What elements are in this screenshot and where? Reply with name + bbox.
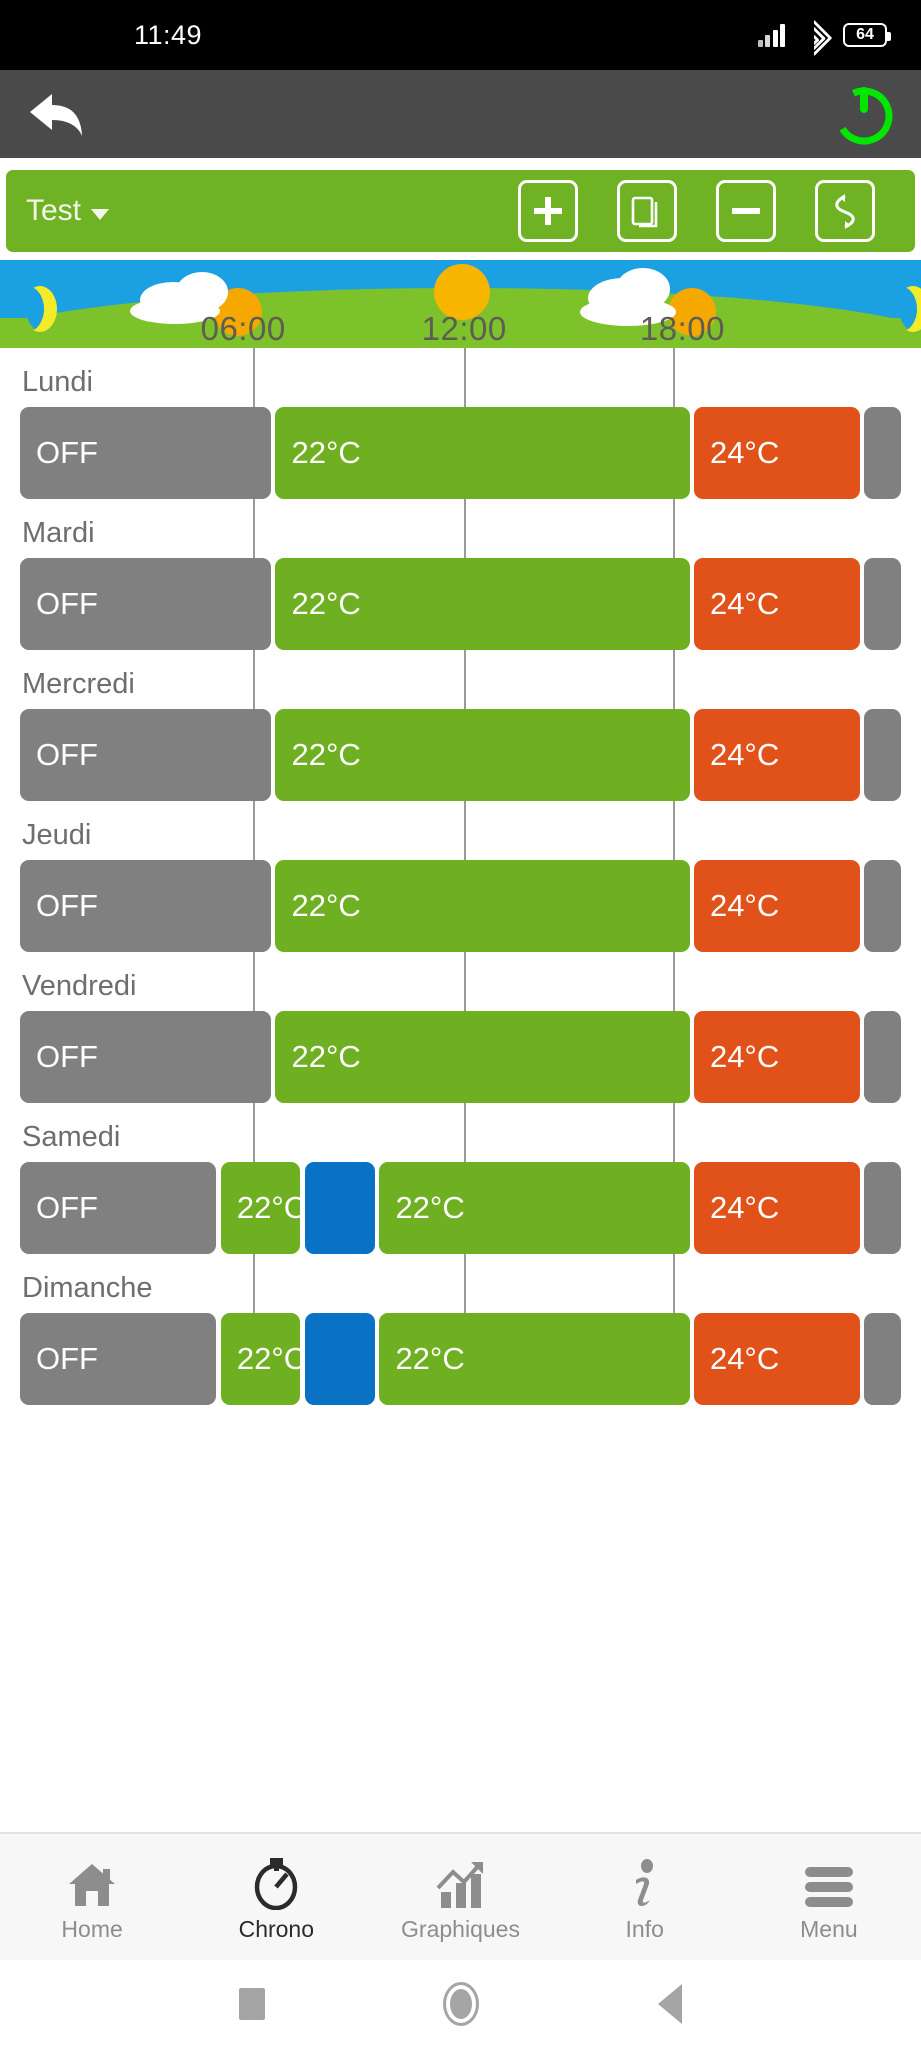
timeline-label-1800: 18:00 [639,310,725,347]
timeline-labels: 06:00 12:00 18:00 [0,304,921,348]
schedule-segment-comfort[interactable]: 22°C [220,1313,301,1405]
schedule-row: Mercredi OFF 22°C 24°C [0,650,921,801]
day-timeline-jeudi: OFF 22°C 24°C [20,860,901,952]
day-timeline-vendredi: OFF 22°C 24°C [20,1011,901,1103]
signal-icon [757,23,785,47]
schedule-segment-off[interactable] [863,1162,901,1254]
add-step-button[interactable] [518,180,578,242]
schedule-segment-comfort[interactable]: 22°C [275,558,690,650]
schedule-segment-boost[interactable]: 24°C [693,1011,860,1103]
chart-icon [433,1852,489,1910]
schedule-segment-comfort[interactable]: 22°C [275,709,690,801]
schedule-row: Samedi OFF 22°C 22°C 24°C [0,1103,921,1254]
status-bar-clock: 11:49 [134,19,203,50]
nav-item-home[interactable]: Home [0,1852,184,1943]
day-label-mercredi: Mercredi [22,668,135,700]
schedule-segment-off[interactable]: OFF [20,558,272,650]
nav-item-label: Chrono [238,1915,315,1942]
android-navigation-bar [0,1960,921,2048]
chevron-down-icon [91,208,110,220]
battery-icon: 64 [843,23,891,47]
day-timeline-dimanche: OFF 22°C 22°C 24°C [20,1313,901,1405]
info-icon [628,1852,662,1910]
app-bar [0,70,921,158]
schedule-segment-comfort[interactable]: 22°C [379,1313,690,1405]
sync-refresh-button[interactable] [815,180,875,242]
schedule-row: Dimanche OFF 22°C 22°C 24°C [0,1254,921,1405]
schedule-segment-off[interactable]: OFF [20,1011,272,1103]
day-timeline-samedi: OFF 22°C 22°C 24°C [20,1162,901,1254]
schedule-segment-off[interactable]: OFF [20,709,272,801]
nav-item-chrono[interactable]: Chrono [184,1852,368,1943]
status-bar-icons: 64 [757,19,891,57]
nav-item-label: Info [625,1915,664,1942]
nav-item-label: Graphiques [401,1915,520,1942]
schedule-segment-comfort[interactable]: 22°C [220,1162,301,1254]
schedule-row: Vendredi OFF 22°C 24°C [0,952,921,1103]
schedule-segment-comfort[interactable]: 22°C [379,1162,690,1254]
program-toolbar-container: Test [0,158,921,260]
weekly-schedule: Lundi OFF 22°C 24°C Mardi OFF 22°C 24°C Mercredi… [0,348,921,1405]
home-button[interactable] [443,1982,480,2026]
schedule-segment-off[interactable] [863,407,901,499]
battery-level-text: 64 [856,26,874,43]
day-label-lundi: Lundi [22,366,93,398]
schedule-segment-boost[interactable]: 24°C [693,709,860,801]
nav-item-label: Home [61,1915,123,1942]
schedule-segment-off[interactable]: OFF [20,860,272,952]
schedule-segment-comfort[interactable]: 22°C [275,1011,690,1103]
program-toolbar: Test [6,170,915,252]
schedule-segment-boost[interactable]: 24°C [693,407,860,499]
nav-item-info[interactable]: Info [553,1852,737,1943]
schedule-row: Lundi OFF 22°C 24°C [0,348,921,499]
schedule-segment-boost[interactable]: 24°C [693,558,860,650]
schedule-segment-comfort[interactable]: 22°C [275,860,690,952]
schedule-segment-boost[interactable]: 24°C [693,860,860,952]
schedule-segment-eco[interactable] [304,1162,376,1254]
day-timeline-lundi: OFF 22°C 24°C [20,407,901,499]
day-timeline-mardi: OFF 22°C 24°C [20,558,901,650]
schedule-segment-off[interactable] [863,860,901,952]
copy-document-button[interactable] [617,180,677,242]
schedule-row: Jeudi OFF 22°C 24°C [0,801,921,952]
back-button[interactable] [657,1984,682,2024]
power-icon[interactable] [833,83,895,145]
day-label-samedi: Samedi [22,1121,121,1153]
day-label-dimanche: Dimanche [22,1272,153,1304]
schedule-segment-eco[interactable] [304,1313,376,1405]
toolbar-actions [518,180,895,242]
stopwatch-icon [250,1852,302,1910]
hamburger-icon [803,1852,855,1910]
timeline-label-0600: 06:00 [200,310,286,347]
schedule-row: Mardi OFF 22°C 24°C [0,499,921,650]
remove-step-button[interactable] [716,180,776,242]
schedule-segment-off[interactable] [863,558,901,650]
program-name-label: Test [26,194,82,227]
schedule-segment-off[interactable]: OFF [20,1313,217,1405]
schedule-segment-off[interactable] [863,709,901,801]
schedule-segment-off[interactable] [863,1011,901,1103]
recents-button[interactable] [239,1988,266,2020]
schedule-segment-boost[interactable]: 24°C [693,1162,860,1254]
schedule-segment-off[interactable] [863,1313,901,1405]
nav-item-graphiques[interactable]: Graphiques [368,1852,552,1943]
back-arrow-icon[interactable] [26,88,88,140]
day-timeline-mercredi: OFF 22°C 24°C [20,709,901,801]
day-label-vendredi: Vendredi [22,970,137,1002]
day-label-mardi: Mardi [22,517,95,549]
schedule-segment-off[interactable]: OFF [20,1162,217,1254]
schedule-segment-off[interactable]: OFF [20,407,272,499]
home-icon [65,1852,119,1910]
program-select[interactable]: Test [26,194,110,228]
nav-item-menu[interactable]: Menu [737,1852,921,1943]
wifi-icon [795,19,833,57]
status-bar: 11:49 64 [0,0,921,70]
day-night-timeline-banner: 06:00 12:00 18:00 [0,260,921,348]
bottom-navigation: Home Chrono Graphiques Info Menu [0,1832,921,1960]
nav-item-label: Menu [800,1915,858,1942]
day-label-jeudi: Jeudi [22,819,92,851]
timeline-label-1200: 12:00 [421,310,507,347]
schedule-segment-boost[interactable]: 24°C [693,1313,860,1405]
schedule-segment-comfort[interactable]: 22°C [275,407,690,499]
